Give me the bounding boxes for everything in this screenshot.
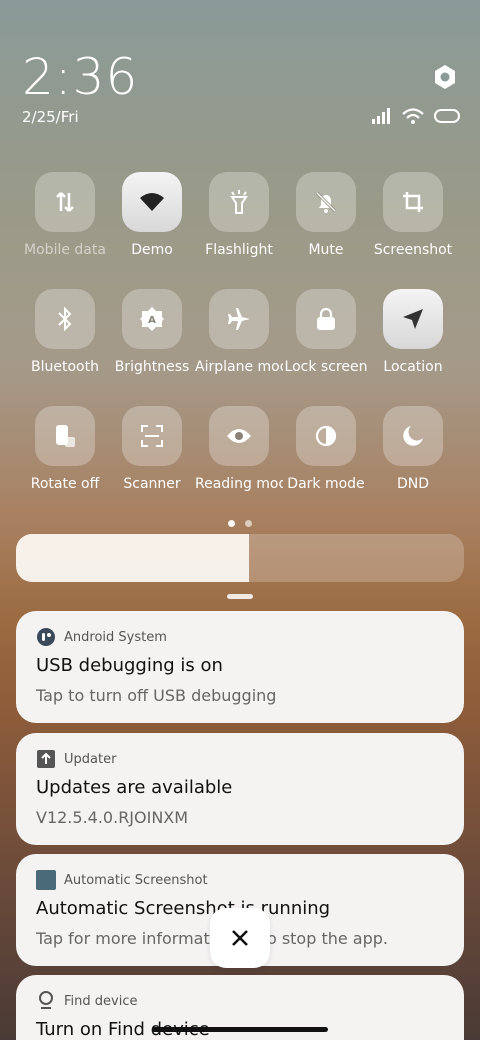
tile-mute[interactable]: Mute: [282, 172, 370, 258]
find-device-icon: [39, 991, 53, 1009]
android-system-icon: [37, 628, 55, 646]
tile-rotate[interactable]: Rotate off: [21, 406, 109, 492]
navigation-bar[interactable]: [152, 1027, 328, 1032]
tiles-row-2: Bluetooth A Brightness Airplane mode Loc…: [0, 289, 480, 389]
tile-label: Lock screen: [284, 359, 368, 375]
tiles-row-3: Rotate off Scanner Reading mode Dark mod…: [0, 406, 480, 506]
notification-body: V12.5.4.0.RJOINXM: [36, 808, 189, 827]
wifi-status-icon: [402, 108, 424, 124]
notification-app-name: Find device: [64, 993, 138, 1009]
signal-icon: [372, 108, 390, 124]
tile-bluetooth[interactable]: Bluetooth: [21, 289, 109, 375]
moon-icon: [403, 426, 423, 446]
tile-screenshot[interactable]: Screenshot: [369, 172, 457, 258]
notification-app-name: Updater: [64, 751, 117, 767]
clock: 2:36: [22, 48, 139, 106]
battery-icon: [434, 109, 460, 123]
tile-dnd[interactable]: DND: [369, 406, 457, 492]
page-dot: [245, 520, 252, 527]
auto-brightness-icon: A: [140, 307, 164, 331]
dark-mode-icon: [315, 425, 337, 447]
bell-off-icon: [315, 191, 337, 213]
tile-lock-screen[interactable]: Lock screen: [282, 289, 370, 375]
flashlight-icon: [230, 190, 248, 214]
page-dot-active: [228, 520, 235, 527]
tile-label: DND: [396, 476, 430, 492]
location-icon: [403, 309, 423, 329]
notification-app-name: Automatic Screenshot: [64, 872, 208, 888]
tile-label: Reading mode: [195, 476, 283, 492]
airplane-icon: [228, 308, 250, 330]
scanner-icon: [141, 425, 163, 447]
date: 2/25/Fri: [22, 108, 79, 126]
page-indicator: [0, 520, 480, 527]
eye-icon: [227, 429, 251, 443]
tile-label: Rotate off: [30, 476, 100, 492]
tile-label: Mute: [308, 242, 344, 258]
updater-icon: [37, 750, 55, 768]
tile-reading-mode[interactable]: Reading mode: [195, 406, 283, 492]
close-button[interactable]: [210, 908, 270, 968]
bluetooth-icon: [58, 306, 72, 332]
tile-label: Brightness: [114, 359, 190, 375]
wifi-icon: [140, 193, 164, 211]
drag-handle[interactable]: [227, 594, 253, 599]
notification-card[interactable]: Android System USB debugging is on Tap t…: [16, 611, 464, 723]
tile-demo[interactable]: Demo: [108, 172, 196, 258]
svg-text:A: A: [148, 315, 156, 326]
gear-icon: [435, 65, 455, 89]
notification-title: USB debugging is on: [36, 655, 223, 676]
lock-icon: [317, 307, 335, 330]
tile-label: Bluetooth: [31, 359, 99, 375]
tile-label: Flashlight: [205, 242, 273, 258]
tile-dark-mode[interactable]: Dark mode: [282, 406, 370, 492]
tile-brightness[interactable]: A Brightness: [108, 289, 196, 375]
tile-label: Mobile data: [24, 242, 106, 258]
tile-label: Location: [383, 359, 443, 375]
notification-body: Tap to turn off USB debugging: [36, 686, 277, 705]
tile-mobile-data[interactable]: Mobile data: [21, 172, 109, 258]
mobile-data-icon: [56, 192, 74, 212]
tile-scanner[interactable]: Scanner: [108, 406, 196, 492]
brightness-fill: [16, 534, 249, 582]
tile-label: Demo: [131, 242, 173, 258]
automatic-screenshot-icon: [36, 870, 56, 890]
tile-airplane[interactable]: Airplane mode: [195, 289, 283, 375]
tile-label: Dark mode: [287, 476, 365, 492]
rotate-icon: [56, 425, 75, 447]
status-icons: [372, 108, 460, 124]
notification-card[interactable]: Updater Updates are available V12.5.4.0.…: [16, 733, 464, 845]
brightness-slider[interactable]: [16, 534, 464, 582]
settings-button[interactable]: [432, 64, 458, 90]
tile-location[interactable]: Location: [369, 289, 457, 375]
tile-label: Scanner: [123, 476, 181, 492]
tile-label: Screenshot: [373, 242, 453, 258]
tile-label: Airplane mode: [195, 359, 283, 375]
close-icon: [232, 930, 248, 946]
screenshot-icon: [403, 192, 423, 212]
tile-flashlight[interactable]: Flashlight: [195, 172, 283, 258]
notification-app-name: Android System: [64, 629, 167, 645]
notification-title: Updates are available: [36, 777, 233, 798]
tiles-row-1: Mobile data Demo Flashlight Mute Screens…: [0, 172, 480, 272]
